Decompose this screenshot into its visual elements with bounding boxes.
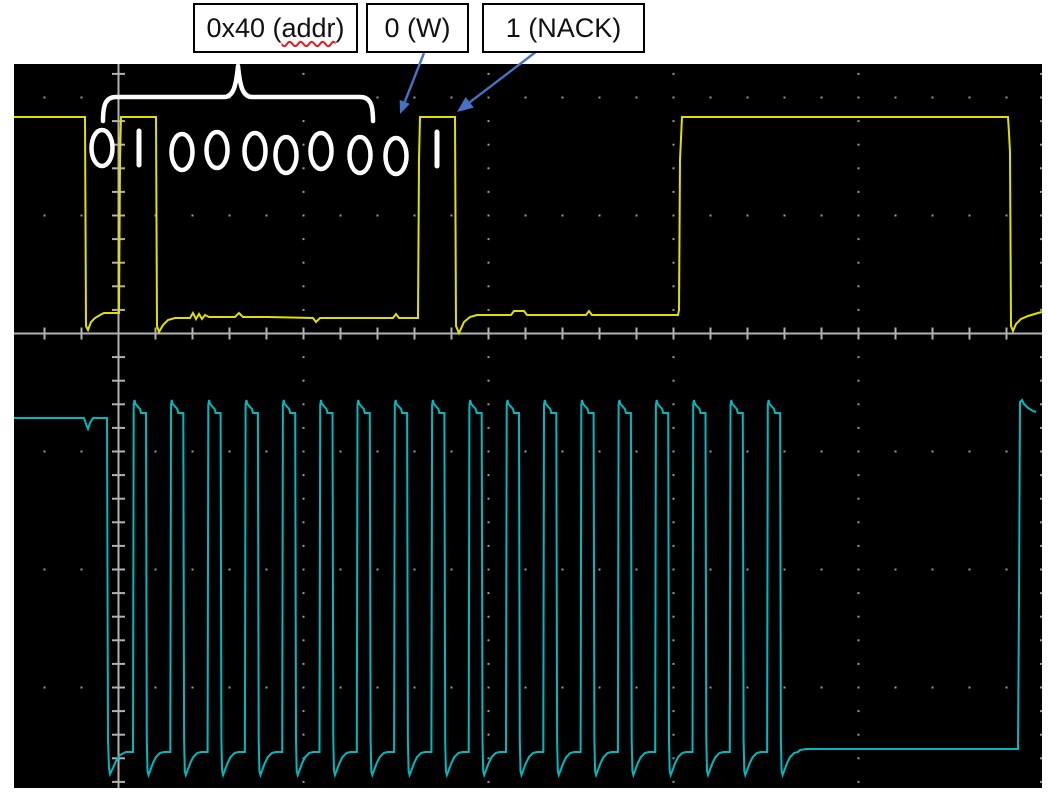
callout-write-bit-text: 0 (W) [384,12,451,43]
callout-addr: 0x40 (addr) [193,3,358,53]
scope-background [14,64,1042,788]
callout-addr-misspelled: addr [281,12,336,43]
callout-nack-bit: 1 (NACK) [482,3,645,53]
callout-write-bit: 0 (W) [366,3,469,53]
oscilloscope-screen [14,50,1043,788]
callout-nack-bit-text: 1 (NACK) [505,12,622,43]
annotated-oscilloscope-slide: 0x40 (addr) 0 (W) 1 (NACK) [0,0,1049,801]
callout-addr-text: 0x40 ( [206,12,282,43]
callout-addr-text-close: ) [335,12,345,43]
